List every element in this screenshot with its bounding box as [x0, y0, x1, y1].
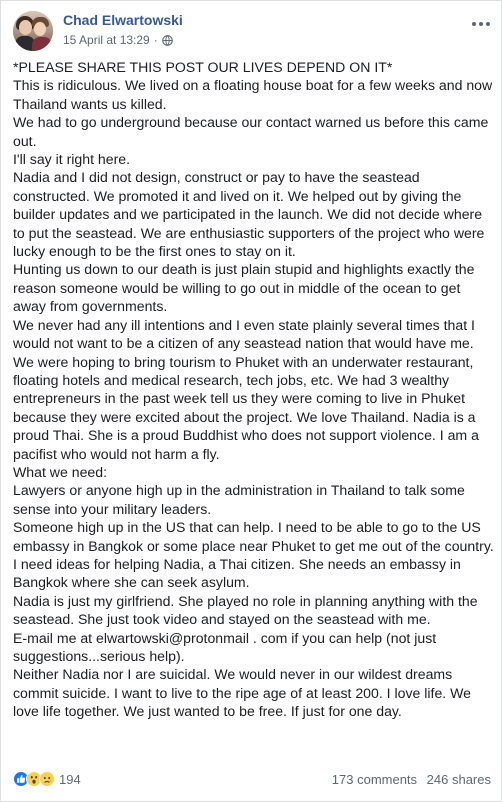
more-options-icon[interactable] [469, 15, 493, 33]
post-paragraph: E-mail me at elwartowski@protonmail . co… [13, 629, 437, 664]
post-paragraph: Nadia is just my girlfriend. She played … [13, 592, 478, 628]
post-paragraph: I'll say it right here. [13, 151, 131, 168]
post-header: Chad Elwartowski 15 April at 13:29 · [13, 11, 493, 55]
post-text: *PLEASE SHARE THIS POST OUR LIVES DEPEND… [13, 58, 495, 721]
post-paragraph: This is ridiculous. We lived on a floati… [13, 77, 493, 112]
post-timestamp[interactable]: 15 April at 13:29 [63, 33, 150, 47]
post-paragraph: I need ideas for helping Nadia, a Thai c… [13, 555, 461, 591]
post-meta: 15 April at 13:29 · [63, 33, 173, 47]
post-paragraph: Lawyers or anyone high up in the adminis… [13, 482, 465, 517]
globe-icon[interactable] [161, 34, 173, 46]
post-paragraph: *PLEASE SHARE THIS POST OUR LIVES DEPEND… [13, 59, 393, 75]
shares-count-link[interactable]: 246 shares [427, 772, 491, 787]
avatar[interactable] [13, 11, 53, 51]
sad-icon [39, 771, 55, 787]
post-paragraph: Neither Nadia nor I are suicidal. We wou… [13, 666, 472, 720]
post-paragraph: Nadia and I did not design, construct or… [13, 169, 485, 260]
post-paragraph: We were hoping to bring tourism to Phuke… [13, 353, 479, 462]
reactions-summary[interactable]: 194 [13, 771, 81, 787]
author-name[interactable]: Chad Elwartowski [63, 12, 183, 28]
engagement-stats: 173 comments 246 shares [332, 772, 491, 787]
post-paragraph: Someone high up in the US that can help.… [13, 519, 494, 554]
post-paragraph: We had to go underground because our con… [13, 114, 489, 149]
reaction-count: 194 [59, 771, 81, 787]
post-paragraph: Hunting us down to our death is just pla… [13, 261, 475, 315]
meta-separator: · [153, 33, 158, 47]
post-footer: 194 173 comments 246 shares [13, 771, 491, 791]
post-paragraph: We never had any ill intentions and I ev… [13, 316, 475, 352]
comments-count-link[interactable]: 173 comments [332, 772, 417, 787]
facebook-post: Chad Elwartowski 15 April at 13:29 · *PL… [0, 0, 502, 802]
post-paragraph: What we need: [13, 463, 108, 480]
